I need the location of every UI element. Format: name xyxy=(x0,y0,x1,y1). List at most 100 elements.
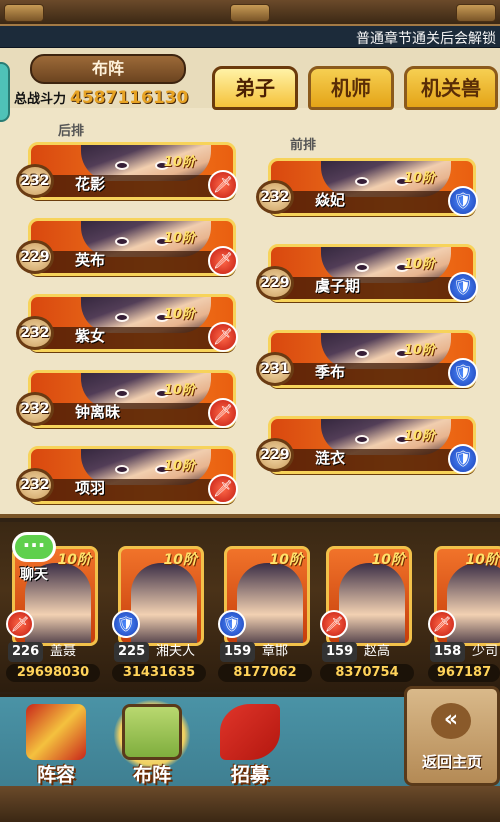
tab-mechanics[interactable]: 机师 xyxy=(308,66,394,110)
hero-rank: 10阶 xyxy=(371,552,405,568)
hero-name: 英布 xyxy=(75,251,106,269)
roster-name: 赵高 xyxy=(364,644,391,659)
hero-name: 涟衣 xyxy=(315,449,346,467)
shield-icon: 🛡 xyxy=(448,272,478,302)
hero-card-body: 10阶 花影 xyxy=(28,142,236,200)
shield-icon: 🛡 xyxy=(448,358,478,388)
hero-card[interactable]: 10阶 涟衣 229 🛡 xyxy=(256,416,478,476)
sword-icon: 🗡 xyxy=(208,474,238,504)
hero-card[interactable]: 10阶钟离昧 232 🗡 xyxy=(16,370,238,430)
name-strip xyxy=(31,327,233,349)
hero-level-badge: 232 xyxy=(16,164,54,198)
roster-name: 章邯 xyxy=(262,644,289,659)
hero-eye xyxy=(115,313,129,322)
name-strip xyxy=(271,449,473,471)
name-strip xyxy=(271,191,473,213)
hero-rank: 10阶 xyxy=(403,171,435,186)
front-row-label: 前排 xyxy=(290,138,317,153)
double-chevron-left-icon: « xyxy=(431,703,471,739)
sword-icon: 🗡 xyxy=(320,610,348,638)
chat-button[interactable]: ··· 聊天 xyxy=(2,532,58,583)
sword-icon: 🗡 xyxy=(208,170,238,200)
return-home-label: 返回主页 xyxy=(421,753,482,771)
roster-name: 少司 xyxy=(472,644,499,659)
hero-card[interactable]: 10阶焱妃 232 🛡 xyxy=(256,158,478,218)
frame-stud xyxy=(230,4,270,22)
frame-stud xyxy=(4,4,44,22)
roster-power: 8370754 xyxy=(320,664,414,682)
nav-formation-label: 布阵 xyxy=(132,764,171,786)
nav-recruit-button[interactable]: 招募 xyxy=(208,704,292,790)
power-label: 总战斗力 xyxy=(14,92,67,107)
hero-card-body: 10阶涟衣 xyxy=(268,416,476,474)
recruit-flag-icon xyxy=(220,704,280,760)
roster-power: 31431635 xyxy=(112,664,206,682)
hero-card[interactable]: 10阶 紫女 232 🗡 xyxy=(16,294,238,354)
nav-lineup-label: 阵容 xyxy=(36,764,75,786)
hero-portrait xyxy=(447,563,500,643)
hero-level-badge: 229 xyxy=(256,438,294,472)
hero-level-badge: 232 xyxy=(16,392,54,426)
name-strip xyxy=(31,175,233,197)
side-handle[interactable] xyxy=(0,62,10,122)
hero-rank: 10阶 xyxy=(465,552,499,568)
hero-name: 钟离昧 xyxy=(75,403,121,421)
back-row-label: 后排 xyxy=(58,124,85,139)
roster-level: 225 xyxy=(114,642,150,662)
roster-name: 湘夫人 xyxy=(156,644,196,659)
frame-stud xyxy=(456,4,496,22)
hero-rank: 10阶 xyxy=(403,257,435,272)
nav-lineup-button[interactable]: 阵容 xyxy=(14,704,98,790)
nav-shelf xyxy=(0,786,500,822)
hero-card[interactable]: 10阶 项羽 232 🗡 xyxy=(16,446,238,506)
shield-icon: 🛡 xyxy=(448,444,478,474)
roster-power: 8177062 xyxy=(218,664,312,682)
roster-power: 29698030 xyxy=(6,664,100,682)
hero-rank: 10阶 xyxy=(269,552,303,568)
hero-card-body: 10阶 英布 xyxy=(28,218,236,276)
hero-card[interactable]: 10阶 季布 231 🛡 xyxy=(256,330,478,390)
roster-level: 226 xyxy=(8,642,44,662)
flag-banner-icon xyxy=(26,704,86,760)
sword-icon: 🗡 xyxy=(208,398,238,428)
hero-name: 花影 xyxy=(75,175,106,193)
hero-card-body: 10阶 虞子期 xyxy=(268,244,476,302)
chat-icon: ··· xyxy=(12,532,56,562)
roster-level: 158 xyxy=(430,642,466,662)
notice-bar: 普通章节通关后会解锁 xyxy=(0,26,500,48)
hero-eye xyxy=(355,349,369,358)
hero-rank: 10阶 xyxy=(57,552,91,568)
notice-text: 普通章节通关后会解锁 xyxy=(356,31,496,47)
sword-icon: 🗡 xyxy=(6,610,34,638)
hero-level-badge: 232 xyxy=(16,468,54,502)
name-strip xyxy=(31,403,233,425)
shield-icon: 🛡 xyxy=(112,610,140,638)
return-home-button[interactable]: « 返回主页 xyxy=(404,686,500,786)
page-title: 布阵 xyxy=(30,54,186,84)
hero-card[interactable]: 10阶 英布 229 🗡 xyxy=(16,218,238,278)
hero-rank: 10阶 xyxy=(403,429,435,444)
nav-formation-button[interactable]: 布阵 xyxy=(110,700,194,790)
tab-disciples[interactable]: 弟子 xyxy=(212,66,298,110)
hero-rank: 10阶 xyxy=(163,552,197,568)
frame-top-border xyxy=(0,0,500,26)
sword-icon: 🗡 xyxy=(428,610,456,638)
shield-icon: 🛡 xyxy=(448,186,478,216)
hero-card[interactable]: 10阶 虞子期 229 🛡 xyxy=(256,244,478,304)
tab-mech-beasts[interactable]: 机关兽 xyxy=(404,66,498,110)
power-value: 4587116130 xyxy=(70,88,189,108)
hero-card[interactable]: 10阶 花影 232 🗡 xyxy=(16,142,238,202)
hero-portrait xyxy=(237,563,303,643)
hero-level-badge: 231 xyxy=(256,352,294,386)
hero-rank: 10阶 xyxy=(163,383,195,398)
hero-level-badge: 229 xyxy=(16,240,54,274)
hero-eye xyxy=(355,177,369,186)
hero-name: 焱妃 xyxy=(315,191,346,209)
chat-label: 聊天 xyxy=(20,567,48,583)
hero-level-badge: 232 xyxy=(256,180,294,214)
nav-recruit-label: 招募 xyxy=(230,764,269,786)
sword-icon: 🗡 xyxy=(208,322,238,352)
hero-level-badge: 232 xyxy=(16,316,54,350)
shield-icon: 🛡 xyxy=(218,610,246,638)
map-board-icon xyxy=(122,704,182,760)
